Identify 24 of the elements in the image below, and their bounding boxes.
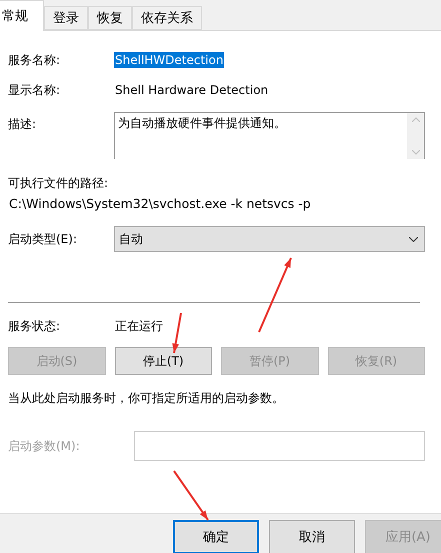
executable-path: C:\Windows\System32\svchost.exe -k netsvcs -p <box>8 194 312 212</box>
service-control-button[interactable]: 停止(T) <box>114 347 212 375</box>
scroll-up-icon[interactable] <box>412 117 420 122</box>
field-label: 描述: <box>8 116 38 133</box>
tab[interactable]: 依存关系 <box>132 6 202 30</box>
field-label: 服务名称: <box>8 52 62 68</box>
field-label: 启动参数(M): <box>8 438 81 454</box>
tab[interactable]: 恢复 <box>88 6 132 30</box>
service-status: 正在运行 <box>114 318 164 334</box>
dialog-button[interactable]: 取消 <box>269 520 355 553</box>
description-box[interactable]: 为自动播放硬件事件提供通知。 <box>114 112 425 159</box>
field-label: 服务状态: <box>8 318 62 334</box>
service-name: ShellHWDetection <box>114 52 224 68</box>
tab[interactable]: 常规 <box>0 0 44 31</box>
display-name: Shell Hardware Detection <box>114 82 270 98</box>
startup-type-dropdown[interactable]: 自动 <box>114 226 425 252</box>
field-label: 启动类型(E): <box>8 230 78 248</box>
chevron-down-icon <box>409 236 418 242</box>
tab[interactable]: 登录 <box>44 6 88 30</box>
field-label: 可执行文件的路径: <box>8 174 108 192</box>
start-parameters-note: 当从此处启动服务时，你可指定所适用的启动参数。 <box>8 390 285 407</box>
dialog-button[interactable]: 确定 <box>173 520 259 553</box>
field-label: 显示名称: <box>8 82 62 98</box>
scroll-down-icon[interactable] <box>412 150 420 155</box>
